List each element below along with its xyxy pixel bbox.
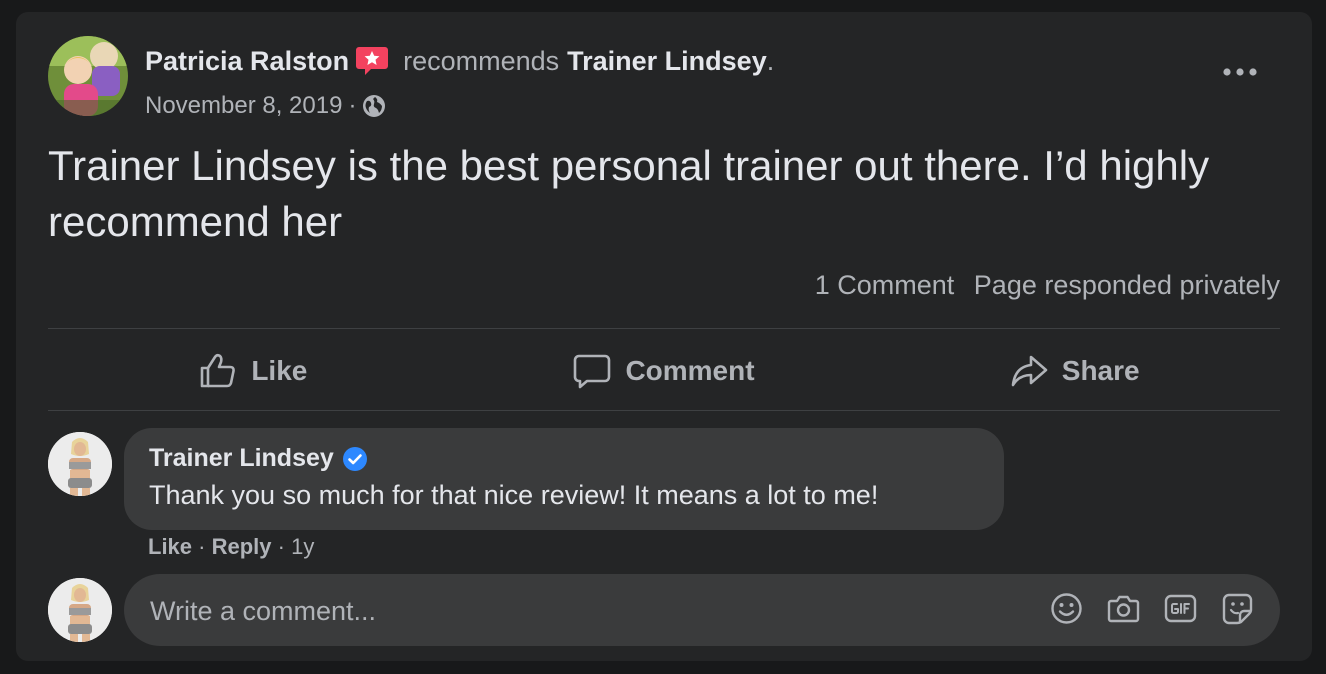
- share-button[interactable]: Share: [869, 330, 1280, 412]
- page-name[interactable]: Trainer Lindsey: [567, 46, 767, 77]
- post-meta: November 8, 2019 ·: [145, 92, 386, 120]
- post-card: Patricia Ralston recommends Trainer Lind…: [16, 12, 1312, 661]
- comment-separator-2: ·: [277, 534, 285, 559]
- divider-top: [48, 328, 1280, 329]
- post-stats: 1 Comment Page responded privately: [803, 270, 1280, 301]
- comment-count[interactable]: 1 Comment: [815, 270, 955, 300]
- more-options-button[interactable]: [1212, 58, 1268, 86]
- action-bar: Like Comment Share: [48, 330, 1280, 412]
- comment-like-link[interactable]: Like: [148, 534, 192, 559]
- post-body: Trainer Lindsey is the best personal tra…: [48, 142, 1210, 245]
- commenter-name[interactable]: Trainer Lindsey: [149, 444, 334, 473]
- composer-tools: [1050, 592, 1254, 625]
- comment-bubble: Trainer Lindsey Thank you so much for th…: [124, 428, 1004, 530]
- gif-icon[interactable]: [1164, 592, 1197, 625]
- action-text: recommends: [403, 45, 560, 76]
- composer-avatar: [48, 578, 112, 642]
- globe-icon[interactable]: [362, 94, 386, 118]
- verified-badge-icon: [342, 446, 367, 471]
- post-date[interactable]: November 8, 2019: [145, 92, 342, 120]
- comment-text: Thank you so much for that nice review! …: [149, 480, 879, 510]
- meta-separator: ·: [348, 92, 357, 119]
- share-arrow-icon: [1011, 355, 1048, 387]
- author-avatar[interactable]: [48, 36, 128, 116]
- post-headline: Patricia Ralston recommends Trainer Lind…: [145, 44, 774, 78]
- share-label: Share: [1061, 355, 1140, 386]
- sticker-icon[interactable]: [1221, 592, 1254, 625]
- comment-age[interactable]: 1y: [291, 534, 314, 559]
- like-label: Like: [251, 355, 308, 386]
- comment-bubble-icon: [574, 354, 611, 389]
- response-note: Page responded privately: [973, 270, 1280, 300]
- comment-separator: ·: [198, 534, 206, 559]
- like-button[interactable]: Like: [48, 330, 459, 412]
- comment-reply-link[interactable]: Reply: [212, 534, 272, 559]
- commenter-avatar[interactable]: [48, 432, 112, 496]
- author-name[interactable]: Patricia Ralston: [145, 46, 349, 77]
- post-header: Patricia Ralston recommends Trainer Lind…: [48, 36, 1280, 120]
- thumbs-up-icon: [201, 353, 236, 388]
- comment-actions: Like · Reply · 1y: [148, 534, 314, 560]
- comment-label: Comment: [625, 355, 755, 386]
- divider-bottom: [48, 410, 1280, 411]
- comment-button[interactable]: Comment: [459, 330, 870, 412]
- comment-input[interactable]: [148, 574, 1032, 648]
- emoji-icon[interactable]: [1050, 592, 1083, 625]
- recommend-icon: [355, 44, 389, 78]
- comment-composer: [124, 574, 1280, 648]
- more-icon: [1223, 68, 1257, 76]
- page-suffix: .: [766, 45, 775, 76]
- commenter-row: Trainer Lindsey: [149, 444, 368, 473]
- camera-icon[interactable]: [1107, 592, 1140, 625]
